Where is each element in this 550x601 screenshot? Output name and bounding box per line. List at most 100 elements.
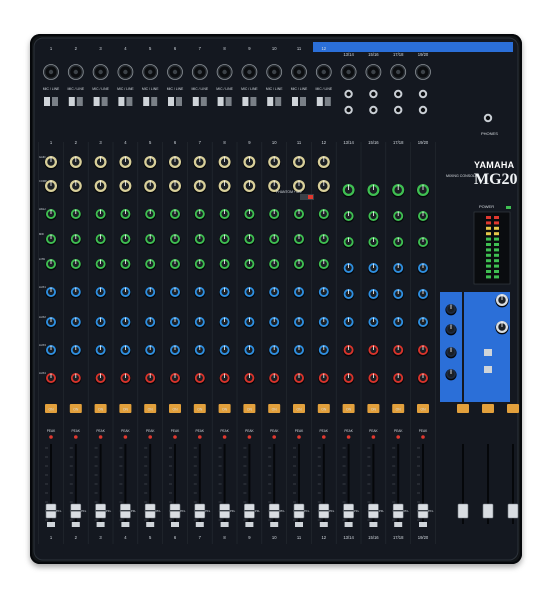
pfl-button-10[interactable] [270, 522, 279, 527]
peak-label: PEAK [96, 429, 105, 433]
jack-input-r-19/20[interactable] [418, 105, 428, 115]
knob-row-label-comp: COMP [39, 179, 47, 183]
xlr-input-2[interactable] [67, 64, 84, 80]
pad-switch[interactable] [250, 97, 257, 106]
pfl-button-3[interactable] [96, 522, 105, 527]
hpf-switch[interactable] [217, 97, 224, 106]
master-fader-cap-2[interactable] [507, 503, 519, 519]
pad-switch[interactable] [126, 97, 133, 106]
pad-switch[interactable] [225, 97, 232, 106]
pfl-button-11[interactable] [295, 522, 303, 527]
jack-input-r-13/14[interactable] [344, 105, 353, 115]
knob-row-label-low: LOW [39, 257, 45, 261]
xlr-input-1[interactable] [43, 64, 59, 80]
meter-led [494, 275, 499, 279]
hpf-switch[interactable] [168, 97, 174, 106]
master-on-button-0[interactable] [457, 404, 469, 413]
meter-led [494, 232, 499, 236]
peak-label: PEAK [171, 429, 180, 433]
master-on-button-2[interactable] [507, 404, 519, 413]
xlr-input-17/18[interactable] [390, 64, 407, 80]
meter-led [486, 232, 491, 236]
pfl-label: PFL [280, 509, 286, 513]
xlr-input-7[interactable] [191, 64, 208, 80]
hpf-switch[interactable] [44, 97, 50, 106]
meter-led [494, 259, 499, 263]
input-label: MIC / LINE [92, 87, 109, 91]
pfl-button-7[interactable] [195, 522, 204, 527]
pfl-button-2[interactable] [71, 522, 80, 527]
hpf-switch[interactable] [143, 97, 150, 106]
master-on-button-1[interactable] [482, 404, 494, 413]
pad-switch[interactable] [52, 97, 58, 106]
master-fader-cap-0[interactable] [457, 503, 469, 519]
pfl-button-19/20[interactable] [419, 522, 427, 527]
xlr-input-19/20[interactable] [415, 64, 431, 80]
pfl-button-15/16[interactable] [369, 522, 378, 527]
xlr-input-6[interactable] [167, 64, 183, 80]
xlr-input-13/14[interactable] [340, 64, 357, 80]
pad-switch[interactable] [324, 97, 331, 106]
pad-switch[interactable] [151, 97, 158, 106]
xlr-input-12[interactable] [315, 64, 332, 80]
pfl-button-5[interactable] [146, 522, 155, 527]
top-blue-strip [313, 42, 513, 52]
monitor-select-button[interactable] [484, 349, 492, 356]
pfl-button-1[interactable] [47, 522, 55, 527]
jack-input-r-17/18[interactable] [394, 105, 403, 115]
jack-input-l-17/18[interactable] [394, 89, 403, 99]
xlr-input-9[interactable] [241, 64, 258, 80]
hpf-switch[interactable] [93, 97, 100, 106]
hpf-switch[interactable] [118, 97, 125, 106]
pfl-button-6[interactable] [171, 522, 179, 527]
jack-input-l-13/14[interactable] [344, 89, 353, 99]
jack-input-l-15/16[interactable] [369, 89, 378, 99]
peak-label: PEAK [369, 429, 378, 433]
jack-input-r-15/16[interactable] [369, 105, 378, 115]
phones-jack[interactable] [483, 113, 493, 123]
hpf-switch[interactable] [316, 97, 323, 106]
on-label: ON [48, 408, 54, 412]
channel-number-top: 17/18 [393, 52, 404, 57]
master-fader-cap-1[interactable] [482, 503, 494, 519]
xlr-input-3[interactable] [92, 64, 109, 80]
fader-cap-line [318, 510, 329, 512]
xlr-input-4[interactable] [117, 64, 134, 80]
hpf-switch[interactable] [242, 97, 249, 106]
pfl-button-17/18[interactable] [394, 522, 403, 527]
fader-cap-line [70, 510, 81, 512]
st-button[interactable] [484, 366, 492, 373]
peak-label: PEAK [245, 429, 254, 433]
pad-switch[interactable] [275, 97, 282, 106]
xlr-input-11[interactable] [291, 64, 307, 80]
pfl-button-9[interactable] [245, 522, 254, 527]
pfl-button-4[interactable] [121, 522, 130, 527]
hpf-switch[interactable] [267, 97, 274, 106]
hpf-switch[interactable] [192, 97, 199, 106]
pfl-button-13/14[interactable] [344, 522, 353, 527]
xlr-input-8[interactable] [216, 64, 233, 80]
xlr-input-15/16[interactable] [365, 64, 382, 80]
meter-led [486, 216, 491, 219]
meter-led [494, 270, 499, 273]
xlr-input-5[interactable] [142, 64, 159, 80]
hpf-switch[interactable] [292, 97, 298, 106]
on-label: ON [420, 408, 426, 412]
hpf-switch[interactable] [68, 97, 75, 106]
input-label: MIC / LINE [167, 87, 184, 91]
pfl-button-12[interactable] [319, 522, 328, 527]
input-label: MIC / LINE [316, 87, 333, 91]
channel-number: 10 [272, 140, 277, 145]
on-label: ON [247, 408, 253, 412]
pad-switch[interactable] [76, 97, 83, 106]
phones-label: PHONES [481, 131, 498, 136]
pad-switch[interactable] [101, 97, 108, 106]
pad-switch[interactable] [300, 97, 306, 106]
xlr-input-10[interactable] [266, 64, 283, 80]
pfl-button-8[interactable] [220, 522, 229, 527]
peak-led-12 [322, 435, 326, 439]
jack-input-l-19/20[interactable] [418, 89, 428, 99]
pad-switch[interactable] [200, 97, 207, 106]
pfl-label: PFL [428, 509, 434, 513]
pad-switch[interactable] [176, 97, 182, 106]
